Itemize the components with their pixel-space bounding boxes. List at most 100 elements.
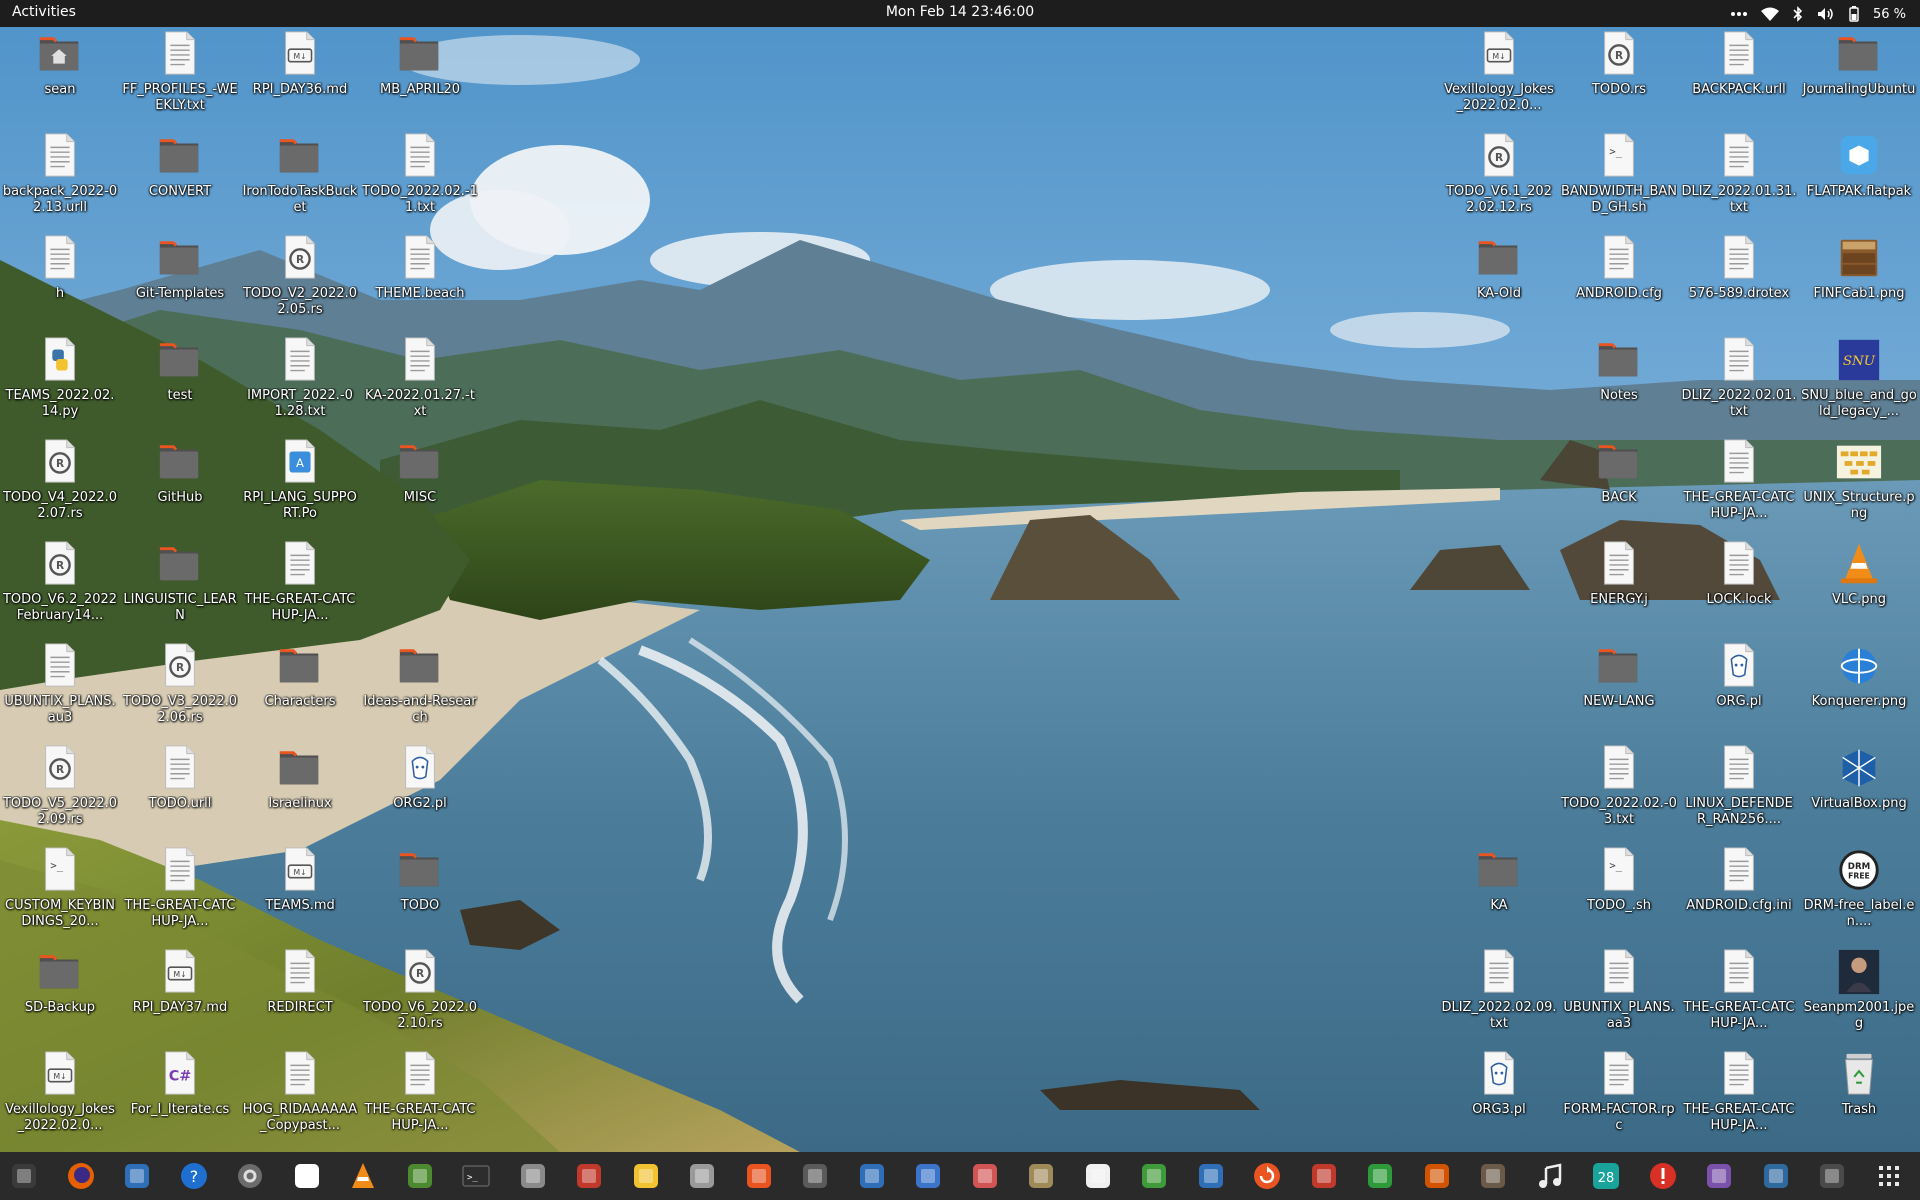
desktop-icon-mb-april20[interactable]: MB_APRIL20 — [362, 30, 478, 126]
desktop-icon-vlc-png[interactable]: VLC.png — [1801, 540, 1917, 636]
desktop-icon-the-great-catchup-ja[interactable]: THE-GREAT-CATCHUP-JA... — [122, 846, 238, 942]
desktop-icon-todo-v6-2022-02-10-rs[interactable]: R TODO_V6_2022.02.10.rs — [362, 948, 478, 1044]
software-center-icon[interactable] — [741, 1158, 777, 1194]
desktop-icon-org2-pl[interactable]: ORG2.pl — [362, 744, 478, 840]
alert-icon[interactable] — [1645, 1158, 1681, 1194]
desktop-icon-linux-defender-ran256[interactable]: LINUX_DEFENDER_RAN256.... — [1681, 744, 1797, 840]
settings-icon[interactable] — [232, 1158, 268, 1194]
presentation-icon[interactable] — [967, 1158, 1003, 1194]
desktop-icon-drm-free-label-en[interactable]: DRM FREE DRM-free_label.en.... — [1801, 846, 1917, 942]
desktop-icon-dliz-2022-01-31-txt[interactable]: DLIZ_2022.01.31.txt — [1681, 132, 1797, 228]
desktop-icon-the-great-catchup-ja[interactable]: THE-GREAT-CATCHUP-JA... — [362, 1050, 478, 1146]
desktop-icon-rpi-day36-md[interactable]: M↓ RPI_DAY36.md — [242, 30, 358, 126]
desktop-icon-backpack-urll[interactable]: BACKPACK.urll — [1681, 30, 1797, 126]
help-icon[interactable]: ? — [176, 1158, 212, 1194]
desktop-icon-back[interactable]: BACK — [1561, 438, 1677, 534]
desktop-icon-the-great-catchup-ja[interactable]: THE-GREAT-CATCHUP-JA... — [1681, 1050, 1797, 1146]
desktop-icon-import-2022-01-28-txt[interactable]: IMPORT_2022.-01.28.txt — [242, 336, 358, 432]
desktop-icon-ka-old[interactable]: KA-Old — [1441, 234, 1557, 330]
desktop-icon-todo-v6-1-2022-02-12-rs[interactable]: R TODO_V6.1_2022.02.12.rs — [1441, 132, 1557, 228]
desktop-icon-trash[interactable]: Trash — [1801, 1050, 1917, 1146]
desktop-icon-todo-v5-2022-02-09-rs[interactable]: R TODO_V5_2022.02.09.rs — [2, 744, 118, 840]
vlc-icon[interactable] — [345, 1158, 381, 1194]
desktop-icon-todo[interactable]: TODO — [362, 846, 478, 942]
desktop-icon-android-cfg[interactable]: ANDROID.cfg — [1561, 234, 1677, 330]
desktop-icon-todo-rs[interactable]: R TODO.rs — [1561, 30, 1677, 126]
volume-icon[interactable] — [1817, 7, 1835, 21]
firefox-icon[interactable] — [63, 1158, 99, 1194]
desktop-icon-todo-2022-02-11-txt[interactable]: TODO_2022.02.-11.txt — [362, 132, 478, 228]
desktop-icon-todo-urll[interactable]: TODO.urll — [122, 744, 238, 840]
desktop-icon-backpack-2022-02-13-urll[interactable]: backpack_2022-02.13.urll — [2, 132, 118, 228]
spreadsheet-icon[interactable] — [1362, 1158, 1398, 1194]
show-apps-grid-icon[interactable] — [1871, 1158, 1907, 1194]
desktop-icon-test[interactable]: test — [122, 336, 238, 432]
desktop-icon-misc[interactable]: MISC — [362, 438, 478, 534]
desktop-icon-flatpak-flatpak[interactable]: FLATPAK.flatpak — [1801, 132, 1917, 228]
pdf-viewer-icon[interactable] — [1306, 1158, 1342, 1194]
music-icon[interactable] — [1532, 1158, 1568, 1194]
desktop-icon-ff-profiles-weekly-txt[interactable]: FF_PROFILES_-WEEKLY.txt — [122, 30, 238, 126]
desktop-icon-journalingubuntu[interactable]: JournalingUbuntu — [1801, 30, 1917, 126]
desktop-icon-ubuntix-plans-au3[interactable]: UBUNTIX_PLANS.au3 — [2, 642, 118, 738]
desktop-icon-theme-beach[interactable]: THEME.beach — [362, 234, 478, 330]
desktop-icon-todo-v4-2022-02-07-rs[interactable]: R TODO_V4_2022.02.07.rs — [2, 438, 118, 534]
desktop-icon-the-great-catchup-ja[interactable]: THE-GREAT-CATCHUP-JA... — [1681, 948, 1797, 1044]
desktop-icon-teams-2022-02-14-py[interactable]: TEAMS_2022.02.14.py — [2, 336, 118, 432]
desktop-icon-characters[interactable]: Characters — [242, 642, 358, 738]
desktop-icon-finfcab1-png[interactable]: FINFCab1.png — [1801, 234, 1917, 330]
activities-button[interactable]: Activities — [12, 4, 76, 20]
desktop-icon-ka[interactable]: KA — [1441, 846, 1557, 942]
clock-button[interactable]: Mon Feb 14 23:46:00 — [886, 4, 1034, 20]
desktop-icon-for-i-iterate-cs[interactable]: C# For_I_Iterate.cs — [122, 1050, 238, 1146]
desktop-icon-sean[interactable]: sean — [2, 30, 118, 126]
files-icon[interactable] — [515, 1158, 551, 1194]
desktop-icon-convert[interactable]: CONVERT — [122, 132, 238, 228]
desktop-icon-the-great-catchup-ja[interactable]: THE-GREAT-CATCHUP-JA... — [242, 540, 358, 636]
screenshot-tool-icon[interactable] — [854, 1158, 890, 1194]
desktop-icon-ka-2022-01-27-txt[interactable]: KA-2022.01.27.-txt — [362, 336, 478, 432]
desktop-icon-org3-pl[interactable]: ORG3.pl — [1441, 1050, 1557, 1146]
desktop-icon-org-pl[interactable]: ORG.pl — [1681, 642, 1797, 738]
desktop-icon-unix-structure-png[interactable]: UNIX_Structure.png — [1801, 438, 1917, 534]
desktop-icon-dliz-2022-02-09-txt[interactable]: DLIZ_2022.02.09.txt — [1441, 948, 1557, 1044]
screen-recorder-icon[interactable] — [1701, 1158, 1737, 1194]
system-monitor-icon[interactable] — [6, 1158, 42, 1194]
document-viewer-icon[interactable] — [119, 1158, 155, 1194]
desktop-icon-h[interactable]: h — [2, 234, 118, 330]
desktop-icon-todo-v2-2022-02-05-rs[interactable]: R TODO_V2_2022.02.05.rs — [242, 234, 358, 330]
overflow-dots-icon[interactable] — [1730, 11, 1747, 17]
desktop-icon-todo-v6-2-2022february14[interactable]: R TODO_V6.2_2022February14... — [2, 540, 118, 636]
desktop-icon-the-great-catchup-ja[interactable]: THE-GREAT-CATCHUP-JA... — [1681, 438, 1797, 534]
desktop-icon-ideas-and-research[interactable]: Ideas-and-Research — [362, 642, 478, 738]
desktop-icon-android-cfg-ini[interactable]: ANDROID.cfg.ini — [1681, 846, 1797, 942]
archive-manager-icon[interactable] — [1023, 1158, 1059, 1194]
vim-icon[interactable] — [1136, 1158, 1172, 1194]
desktop-icon-konquerer-png[interactable]: Konquerer.png — [1801, 642, 1917, 738]
desktop-icon-vexillology-jokes-2022-02-0[interactable]: M↓ Vexillology_Jokes_2022.02.0... — [2, 1050, 118, 1146]
gimp-icon[interactable] — [1475, 1158, 1511, 1194]
wifi-icon[interactable] — [1760, 7, 1779, 21]
activity-graph-icon[interactable] — [571, 1158, 607, 1194]
minecraft-icon[interactable] — [402, 1158, 438, 1194]
system-tray[interactable]: 56 % — [1730, 3, 1906, 25]
tasks-icon[interactable] — [910, 1158, 946, 1194]
desktop-icon-virtualbox-png[interactable]: VirtualBox.png — [1801, 744, 1917, 840]
desktop-icon-dliz-2022-02-01-txt[interactable]: DLIZ_2022.02.01.txt — [1681, 336, 1797, 432]
desktop-icon-todo-2022-02-03-txt[interactable]: TODO_2022.02.-03.txt — [1561, 744, 1677, 840]
bluetooth-icon[interactable] — [1793, 6, 1803, 22]
terminal-icon[interactable]: >_ — [458, 1158, 494, 1194]
desktop-icon-rpi-lang-support-po[interactable]: A RPI_LANG_SUPPORT.Po — [242, 438, 358, 534]
desktop-icon-form-factor-rpc[interactable]: FORM-FACTOR.rpc — [1561, 1050, 1677, 1146]
desktop-icon-todo-v3-2022-02-06-rs[interactable]: R TODO_V3_2022.02.06.rs — [122, 642, 238, 738]
desktop-icon-irontodotaskbucket[interactable]: IronTodoTaskBucket — [242, 132, 358, 228]
desktop-icon-lock-lock[interactable]: LOCK.lock — [1681, 540, 1797, 636]
desktop-icon-ubuntix-plans-aa3[interactable]: UBUNTIX_PLANS.aa3 — [1561, 948, 1677, 1044]
text-editor-icon[interactable] — [289, 1158, 325, 1194]
game-icon[interactable] — [1419, 1158, 1455, 1194]
desktop-icon-custom-keybindings-20[interactable]: >_ CUSTOM_KEYBINDINGS_20... — [2, 846, 118, 942]
desktop-icon-redirect[interactable]: REDIRECT — [242, 948, 358, 1044]
desktop-icon-576-589-drotex[interactable]: 576-589.drotex — [1681, 234, 1797, 330]
disk-utility-icon[interactable] — [797, 1158, 833, 1194]
desktop-icon-git-templates[interactable]: Git-Templates — [122, 234, 238, 330]
